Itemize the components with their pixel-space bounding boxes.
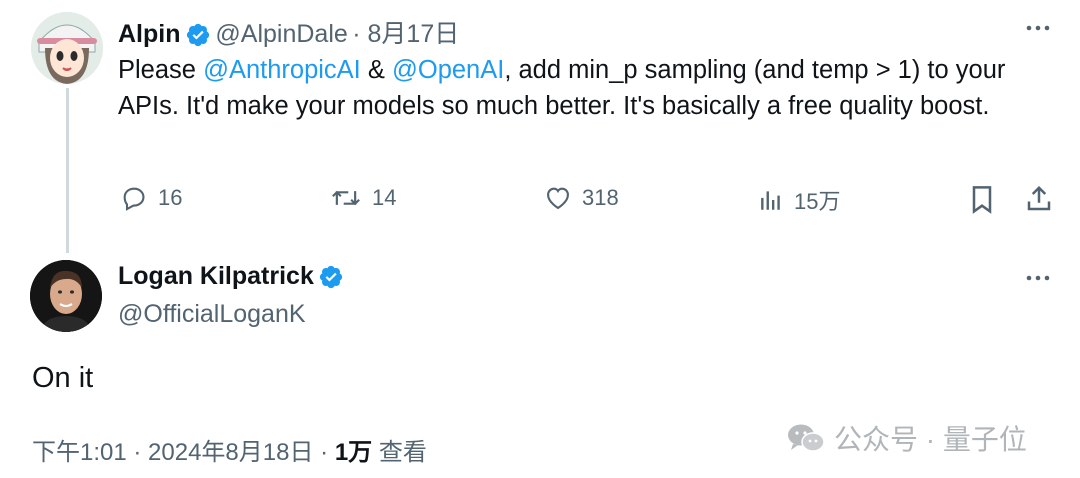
thread-connector-line <box>66 88 69 253</box>
parent-header: Alpin @AlpinDale · 8月17日 <box>118 14 459 53</box>
reply-views-count: 1万 <box>334 439 373 466</box>
reply-author-name[interactable]: Logan Kilpatrick <box>118 262 314 290</box>
anime-avatar-icon <box>31 12 103 84</box>
parent-tweet-text: Please @AnthropicAI & @OpenAI, add min_p… <box>118 52 1068 124</box>
watermark-text: 公众号 · 量子位 <box>834 424 1027 455</box>
repost-count: 14 <box>372 185 397 210</box>
tweet-text-part: Please <box>118 56 204 84</box>
more-options-icon[interactable] <box>1024 18 1052 43</box>
repost-button[interactable]: 14 <box>330 184 396 212</box>
reply-button[interactable]: 16 <box>120 184 182 212</box>
post-metadata: 下午1:01 · 2024年8月18日 · 1万 查看 <box>32 432 427 467</box>
like-button[interactable]: 318 <box>544 184 619 212</box>
reply-icon <box>123 187 145 211</box>
views-label: 查看 <box>372 439 427 466</box>
share-icon <box>1027 185 1051 211</box>
post-date[interactable]: · 8月17日 <box>352 20 459 48</box>
reply-author-handle[interactable]: @OfficialLoganK <box>118 300 306 329</box>
reply-count: 16 <box>158 185 183 210</box>
more-options-icon[interactable] <box>1024 268 1052 293</box>
heart-icon <box>547 187 569 210</box>
tweet-text-part: & <box>360 56 392 84</box>
mention-anthropic-link[interactable]: @AnthropicAI <box>203 56 361 84</box>
avatar-logan[interactable] <box>30 260 102 332</box>
views-button[interactable]: 15万 <box>758 184 840 216</box>
mention-openai-link[interactable]: @OpenAI <box>392 56 504 84</box>
avatar-alpin[interactable] <box>31 12 103 84</box>
bookmark-icon <box>972 186 992 214</box>
share-button[interactable] <box>1024 184 1064 214</box>
verified-badge-icon <box>318 264 344 295</box>
wechat-icon <box>788 424 825 452</box>
reply-header: Logan Kilpatrick <box>118 262 344 295</box>
repost-icon <box>332 190 360 206</box>
author-name[interactable]: Alpin <box>118 20 181 48</box>
verified-badge-icon <box>185 22 211 53</box>
like-count: 318 <box>582 185 619 210</box>
analytics-icon <box>761 191 780 210</box>
watermark: 公众号 · 量子位 <box>786 418 1027 458</box>
views-count: 15万 <box>794 189 841 214</box>
bookmark-button[interactable] <box>968 184 1006 216</box>
author-handle[interactable]: @AlpinDale <box>215 20 347 48</box>
profile-photo-icon <box>30 260 102 332</box>
post-timestamp[interactable]: 下午1:01 · 2024年8月18日 · <box>32 439 335 466</box>
reply-tweet-text: On it <box>32 362 94 394</box>
